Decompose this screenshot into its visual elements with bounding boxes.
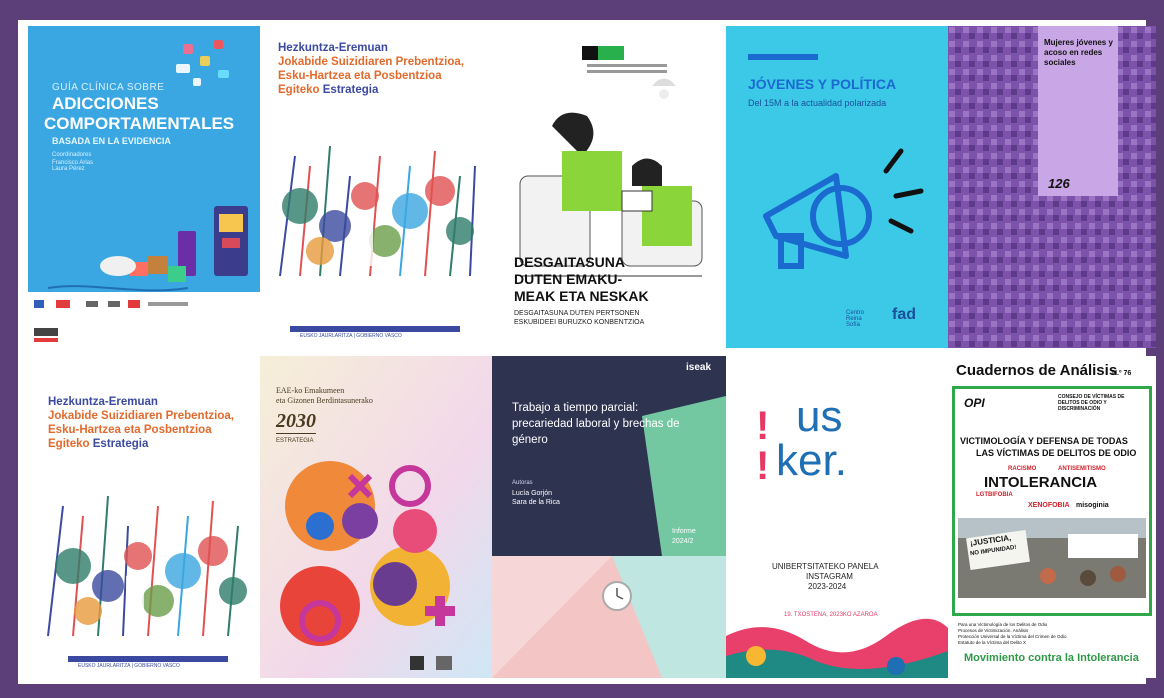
title-line-1: DESGAITASUNA [514, 254, 625, 270]
brand: iseak [686, 362, 712, 373]
author-1: Lucía Gorjón [512, 490, 553, 497]
wave-decoration [726, 618, 948, 678]
footer-left: Centro Reina Sofía [846, 310, 865, 328]
authors-label: Autoras [512, 480, 533, 486]
cover-mujeres-jovenes-acoso[interactable]: Mujeres jóvenes y acoso en redes sociale… [948, 26, 1156, 348]
report-number: 2024/2 [672, 538, 694, 545]
plants-illustration [279, 145, 476, 332]
label: ESTRATEGIA [276, 438, 314, 444]
subtitle-2: ESKUBIDEEI BURUZKO KONBENTZIOA [514, 319, 645, 326]
footer-logo: fad [892, 306, 916, 323]
cover-cuadernos-de-analisis[interactable]: Cuadernos de Análisis N.º 76 OPI CONSEJO… [948, 356, 1156, 678]
title-line-1: ADICCIONES [52, 94, 159, 113]
footer: EUSKO JAURLARITZA | GOBIERNO VASCO [300, 333, 402, 339]
coordinators: Francisco Arias Laura Pérez [52, 160, 94, 172]
title: Trabajo a tiempo parcial: precariedad la… [512, 402, 680, 446]
megaphone-icon [763, 148, 924, 269]
cover-adicciones-comportamentales[interactable]: GUÍA CLÍNICA SOBRE ADICCIONES COMPORTAME… [28, 26, 260, 348]
plants-illustration [47, 495, 247, 662]
footer: Movimiento contra la Intolerancia [964, 652, 1139, 664]
title: Mujeres jóvenes y acoso en redes sociale… [1044, 38, 1113, 67]
author-2: Sara de la Rica [512, 499, 560, 506]
cover-eae-berdintasun-2030[interactable]: EAE-ko Emakumeen eta Gizonen Berdintasun… [260, 356, 492, 678]
subtitle: BASADA EN LA EVIDENCIA [52, 136, 171, 146]
cover-desgaitasuna[interactable]: DESGAITASUNA DUTEN EMAKU- MEAK ETA NESKA… [492, 26, 726, 348]
title-line-2: DUTEN EMAKU- [514, 271, 623, 287]
cover-grid: GUÍA CLÍNICA SOBRE ADICCIONES COMPORTAME… [18, 20, 1156, 684]
number: 126 [1048, 176, 1070, 191]
bullet-list: Para una Victimología de los Delitos de … [958, 622, 1148, 646]
cover-jovenes-y-politica[interactable]: JÓVENES Y POLÍTICA Del 15M a la actualid… [726, 26, 948, 348]
cover-trabajo-tiempo-parcial[interactable]: iseak Trabajo a tiempo parcial: precarie… [492, 356, 726, 678]
cover-ikusker[interactable]: ! us ! ker. UNIBERTSITATEKO PANELA INSTA… [726, 356, 948, 678]
report-label: Informe [672, 528, 696, 535]
adicciones-illustration [28, 26, 260, 348]
kicker: GUÍA CLÍNICA SOBRE [52, 82, 165, 93]
line-2: eta Gizonen Berdintasunerako [276, 396, 373, 405]
bullet-item: Estatuto de la Víctima del Delito X [958, 640, 1027, 645]
title-line-2: COMPORTAMENTALES [44, 114, 235, 133]
title-line-3: MEAK ETA NESKAK [514, 288, 649, 304]
line-1: EAE-ko Emakumeen [276, 386, 345, 395]
footer: EUSKO JAURLARITZA | GOBIERNO VASCO [78, 663, 180, 669]
cover-jokabide-suizidiaren-1[interactable]: Hezkuntza-Eremuan Jokabide Suizidiaren P… [260, 26, 492, 348]
subtitle-1: DESGAITASUNA DUTEN PERTSONEN [514, 310, 640, 317]
coordinator-label: Coordinadores [52, 152, 92, 158]
cover-jokabide-suizidiaren-2[interactable]: Hezkuntza-Eremuan Jokabide Suizidiaren P… [28, 356, 260, 678]
year: 2030 [276, 410, 316, 434]
